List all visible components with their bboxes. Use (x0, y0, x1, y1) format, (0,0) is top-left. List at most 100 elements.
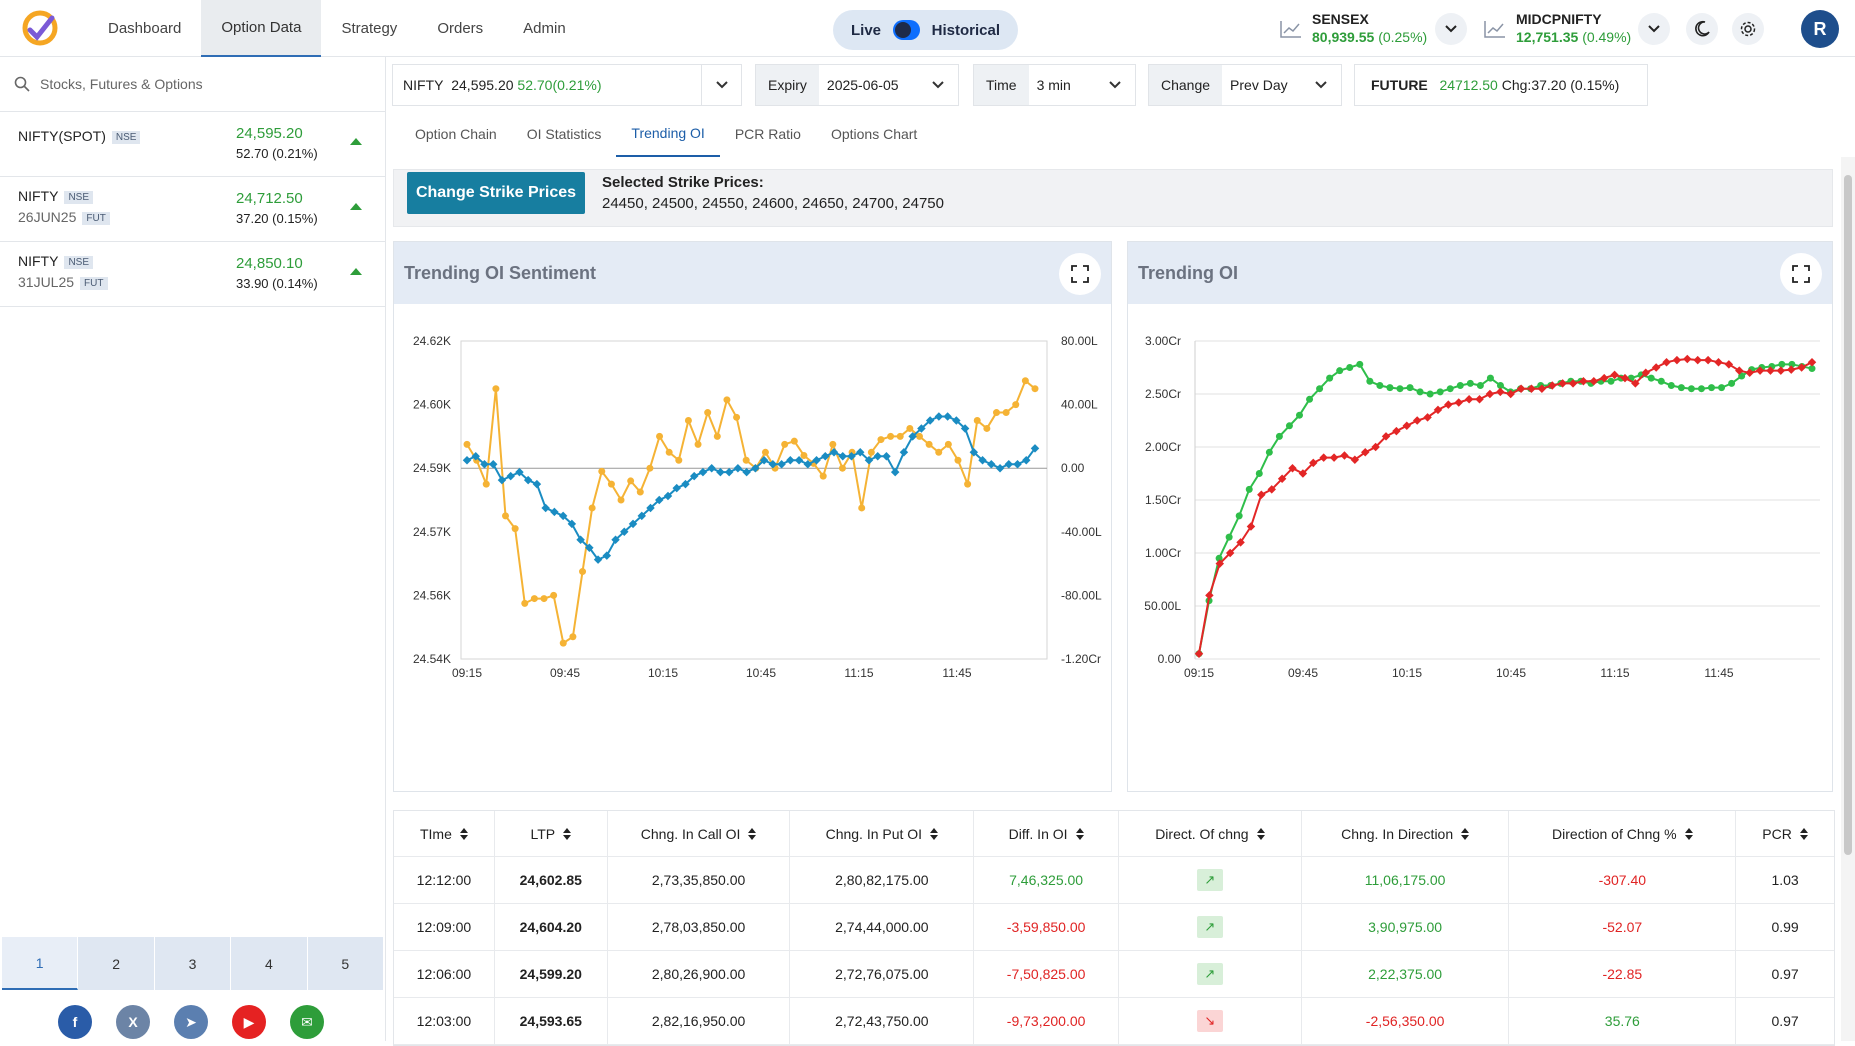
symbol-selector[interactable]: NIFTY 24,595.20 52.70(0.21%) (392, 64, 742, 106)
series-blue-point (532, 479, 542, 489)
series-orange-point (1021, 377, 1029, 385)
nav-option-data[interactable]: Option Data (201, 0, 322, 57)
sort-icon[interactable] (1799, 827, 1808, 840)
trending-oi-panel: Trending OI 3.00Cr 2.50Cr 2.00Cr 1.50Cr 1.00… (1127, 241, 1833, 792)
settings-button[interactable] (1732, 13, 1764, 45)
nav-admin[interactable]: Admin (503, 0, 586, 57)
tab-oi-statistics[interactable]: OI Statistics (512, 110, 617, 157)
sensex-dropdown[interactable] (1435, 13, 1467, 45)
sort-icon[interactable] (930, 827, 939, 840)
live-historical-toggle[interactable]: Live Historical (833, 10, 1018, 50)
cell-put: 2,80,82,175.00 (790, 857, 975, 903)
watchlist-item[interactable]: NIFTY NSE 31JUL25 FUT 24,850.10 33.90 (0.1… (0, 242, 385, 307)
trend-chart-icon (1280, 21, 1301, 38)
cell-ltp: 24,602.85 (495, 857, 608, 903)
change-label: Change (1149, 65, 1223, 105)
tab-option-chain[interactable]: Option Chain (400, 110, 512, 157)
tab-options-chart[interactable]: Options Chart (816, 110, 932, 157)
page-2-button[interactable]: 2 (78, 937, 155, 990)
search-input[interactable]: Stocks, Futures & Options (40, 76, 203, 92)
index-value: 12,751.35 (1516, 29, 1579, 45)
series-orange-point (502, 512, 510, 520)
series-orange-point (1031, 385, 1039, 393)
watch-expiry: 31JUL25 (18, 274, 75, 290)
x-twitter-icon[interactable]: X (116, 1005, 150, 1039)
change-selector[interactable]: Change Prev Day (1148, 64, 1342, 106)
col-direction[interactable]: Direct. Of chng (1119, 811, 1302, 856)
nav-dashboard[interactable]: Dashboard (88, 0, 201, 57)
series-orange-point (713, 432, 721, 440)
watchlist-item[interactable]: NIFTY NSE 26JUN25 FUT 24,712.50 37.20 (0.1… (0, 177, 385, 242)
youtube-icon[interactable]: ▶ (232, 1005, 266, 1039)
dark-mode-button[interactable] (1686, 13, 1718, 45)
y-left-tick-label: 24.54K (413, 652, 451, 666)
facebook-icon[interactable]: f (58, 1005, 92, 1039)
cell-dir: ↗ (1119, 904, 1302, 950)
type-badge: FUT (80, 276, 108, 290)
col-ltp[interactable]: LTP (495, 811, 608, 856)
expand-button[interactable] (1059, 253, 1101, 295)
series-red-point (1329, 453, 1339, 462)
mode-switch[interactable] (893, 20, 920, 40)
user-avatar[interactable]: R (1801, 10, 1839, 48)
y-tick-label: 2.00Cr (1145, 440, 1181, 454)
sort-icon[interactable] (748, 827, 757, 840)
trending-oi-table: TIme LTP Chng. In Call OI Chng. In Put O… (393, 810, 1835, 1046)
nav-orders[interactable]: Orders (417, 0, 503, 57)
cell-dirchg: 3,90,975.00 (1302, 904, 1510, 950)
tab-pcr-ratio[interactable]: PCR Ratio (720, 110, 816, 157)
sort-icon[interactable] (1684, 827, 1693, 840)
top-bar: Dashboard Option Data Strategy Orders Ad… (0, 0, 1855, 57)
app-logo[interactable] (22, 10, 58, 46)
sort-icon[interactable] (459, 827, 468, 840)
tab-trending-oi[interactable]: Trending OI (616, 110, 720, 157)
col-direction-pct[interactable]: Direction of Chng % (1509, 811, 1737, 856)
col-put-oi[interactable]: Chng. In Put OI (790, 811, 975, 856)
series-orange-point (935, 448, 943, 456)
page-scrollbar[interactable] (1841, 157, 1855, 1041)
time-selector[interactable]: Time 3 min (973, 64, 1136, 106)
series-blue-point (995, 463, 1005, 473)
chevron-down-icon[interactable] (1095, 65, 1135, 105)
telegram-icon[interactable]: ➤ (174, 1005, 208, 1039)
chevron-down-icon[interactable] (1301, 65, 1341, 105)
email-icon[interactable]: ✉ (290, 1005, 324, 1039)
col-diff-oi[interactable]: Diff. In OI (974, 811, 1119, 856)
strike-selection: Change Strike Prices Selected Strike Pri… (393, 169, 1833, 227)
search-bar[interactable]: Stocks, Futures & Options (0, 57, 385, 112)
col-time[interactable]: TIme (394, 811, 495, 856)
y-right-tick-label: -40.00L (1061, 525, 1102, 539)
change-strike-prices-button[interactable]: Change Strike Prices (407, 172, 585, 214)
nav-strategy[interactable]: Strategy (321, 0, 417, 57)
expand-button[interactable] (1780, 253, 1822, 295)
x-tick-label: 09:15 (1184, 666, 1214, 680)
trend-chart-icon (1484, 21, 1505, 38)
chevron-down-icon[interactable] (701, 65, 741, 105)
col-call-oi[interactable]: Chng. In Call OI (608, 811, 791, 856)
series-orange-point (540, 595, 548, 603)
watchlist-item[interactable]: NIFTY(SPOT) NSE 24,595.20 52.70 (0.21%) (0, 112, 385, 177)
series-orange-point (559, 639, 567, 647)
page-5-button[interactable]: 5 (308, 937, 385, 990)
sort-icon[interactable] (1461, 827, 1470, 840)
sort-icon[interactable] (1256, 827, 1265, 840)
expiry-selector[interactable]: Expiry 2025-06-05 (755, 64, 959, 106)
page-3-button[interactable]: 3 (155, 937, 232, 990)
table-row: 12:06:00 24,599.20 2,80,26,900.00 2,72,76,0… (394, 951, 1834, 998)
midcpnifty-dropdown[interactable] (1638, 13, 1670, 45)
series-orange-point (925, 440, 933, 448)
col-chng-direction[interactable]: Chng. In Direction (1302, 811, 1510, 856)
sort-icon[interactable] (1075, 827, 1084, 840)
col-pcr[interactable]: PCR (1736, 811, 1834, 856)
strike-title: Selected Strike Prices: (602, 174, 764, 191)
chevron-down-icon[interactable] (918, 65, 958, 105)
gear-icon (1740, 21, 1756, 37)
series-orange-point (521, 599, 529, 607)
sort-icon[interactable] (563, 827, 572, 840)
main-nav: Dashboard Option Data Strategy Orders Ad… (88, 0, 586, 57)
series-green-point (1436, 388, 1444, 396)
series-blue-point (602, 551, 612, 560)
page-1-button[interactable]: 1 (2, 937, 79, 990)
page-4-button[interactable]: 4 (231, 937, 308, 990)
x-tick-label: 09:15 (452, 666, 482, 680)
